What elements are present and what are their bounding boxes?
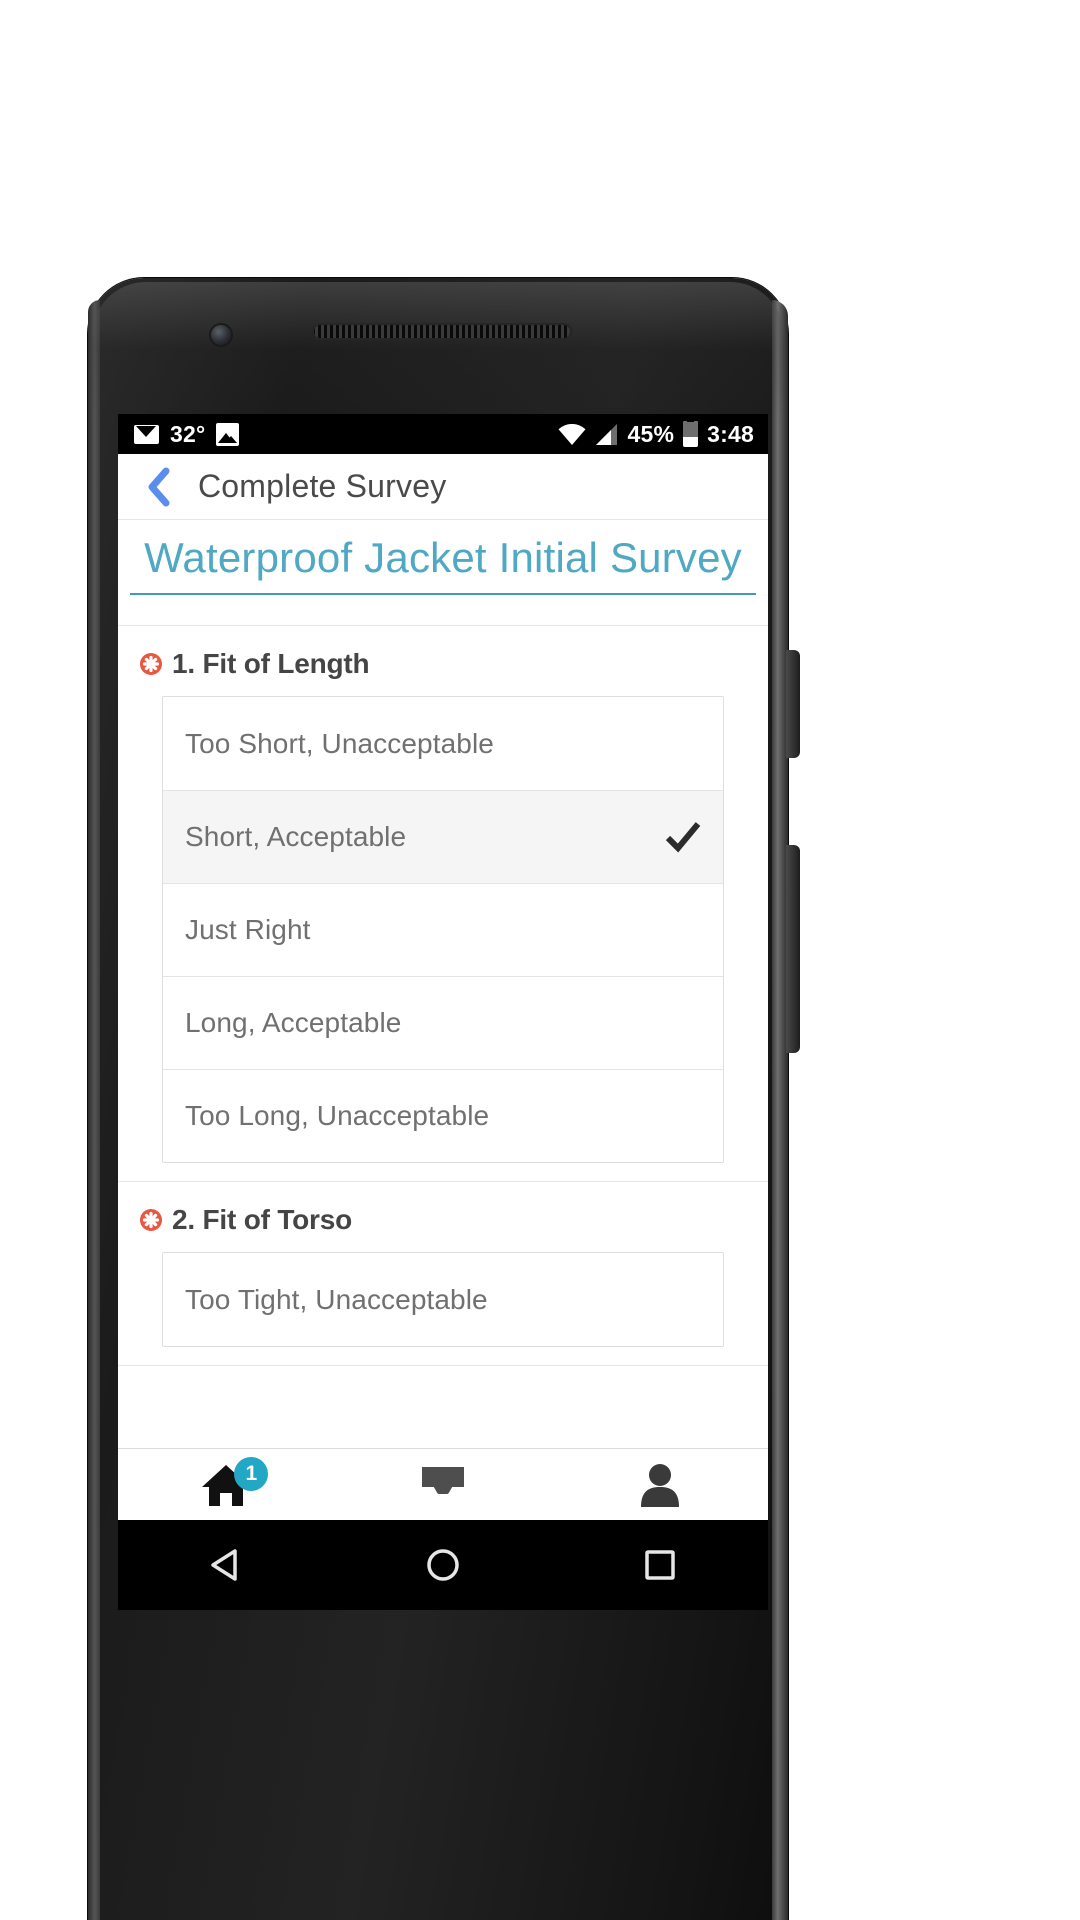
status-bar: 32° 45% 3:48 (118, 414, 768, 454)
checkmark-icon (665, 819, 701, 855)
option-row[interactable]: Too Long, Unacceptable (163, 1069, 723, 1163)
survey-title-section: Waterproof Jacket Initial Survey (118, 520, 768, 627)
option-row-selected[interactable]: Short, Acceptable (163, 790, 723, 884)
clock-text: 3:48 (707, 420, 754, 447)
question-block: 2. Fit of Torso Too Tight, Unacceptable (118, 1182, 768, 1367)
android-navigation-bar (118, 1520, 768, 1610)
question-header: 1. Fit of Length (118, 648, 768, 696)
screenshot-root: 32° 45% 3:48 Complete Survey Waterproof … (0, 0, 1080, 1920)
option-label: Too Long, Unacceptable (185, 1100, 490, 1132)
volume-button[interactable] (786, 845, 800, 1053)
app-bar: Complete Survey (118, 454, 768, 520)
status-bar-left: 32° (134, 420, 240, 447)
option-label: Too Tight, Unacceptable (185, 1283, 488, 1315)
option-label: Long, Acceptable (185, 1007, 402, 1039)
front-camera (211, 325, 231, 345)
question-label: 1. Fit of Length (172, 648, 370, 680)
question-label: 2. Fit of Torso (172, 1204, 353, 1236)
mail-icon (134, 424, 159, 444)
android-home-button[interactable] (398, 1520, 488, 1610)
battery-percent-text: 45% (627, 420, 675, 447)
survey-title-spacer (130, 595, 756, 625)
page-title: Complete Survey (198, 468, 447, 504)
home-badge: 1 (234, 1456, 269, 1491)
required-asterisk-icon (140, 1209, 162, 1232)
question-header: 2. Fit of Torso (118, 1204, 768, 1252)
circle-home-icon (427, 1549, 459, 1581)
tab-profile[interactable] (551, 1449, 768, 1521)
square-recents-icon (644, 1550, 675, 1580)
back-button[interactable] (138, 467, 178, 507)
option-label: Just Right (185, 914, 311, 946)
option-label: Short, Acceptable (185, 821, 407, 853)
option-label: Too Short, Unacceptable (185, 727, 494, 759)
option-row[interactable]: Long, Acceptable (163, 976, 723, 1070)
option-row[interactable]: Too Tight, Unacceptable (163, 1253, 723, 1347)
inbox-icon (422, 1466, 464, 1503)
cell-signal-icon (595, 423, 617, 445)
survey-title: Waterproof Jacket Initial Survey (130, 534, 756, 596)
tab-home[interactable]: 1 (118, 1449, 335, 1521)
android-back-button[interactable] (181, 1520, 271, 1610)
phone-right-edge (772, 300, 788, 1920)
phone-left-edge (88, 300, 100, 1920)
question-block: 1. Fit of Length Too Short, Unacceptable… (118, 626, 768, 1183)
battery-icon (683, 421, 699, 447)
android-recents-button[interactable] (615, 1520, 705, 1610)
required-asterisk-icon (140, 653, 162, 676)
wifi-icon (558, 423, 586, 445)
bottom-tab-bar: 1 (118, 1448, 768, 1520)
power-button[interactable] (786, 650, 800, 758)
phone-screen: 32° 45% 3:48 Complete Survey Waterproof … (118, 414, 768, 1520)
earpiece-speaker (312, 323, 572, 340)
option-list: Too Tight, Unacceptable (162, 1252, 724, 1348)
status-bar-right: 45% 3:48 (558, 421, 754, 447)
triangle-back-icon (211, 1549, 238, 1581)
photo-icon (216, 422, 240, 446)
person-icon (640, 1463, 679, 1507)
temperature-text: 32° (170, 420, 206, 447)
option-list: Too Short, Unacceptable Short, Acceptabl… (162, 696, 724, 1164)
option-row[interactable]: Just Right (163, 883, 723, 977)
option-row[interactable]: Too Short, Unacceptable (163, 697, 723, 791)
tab-inbox[interactable] (335, 1449, 552, 1521)
back-chevron-icon (148, 467, 170, 506)
